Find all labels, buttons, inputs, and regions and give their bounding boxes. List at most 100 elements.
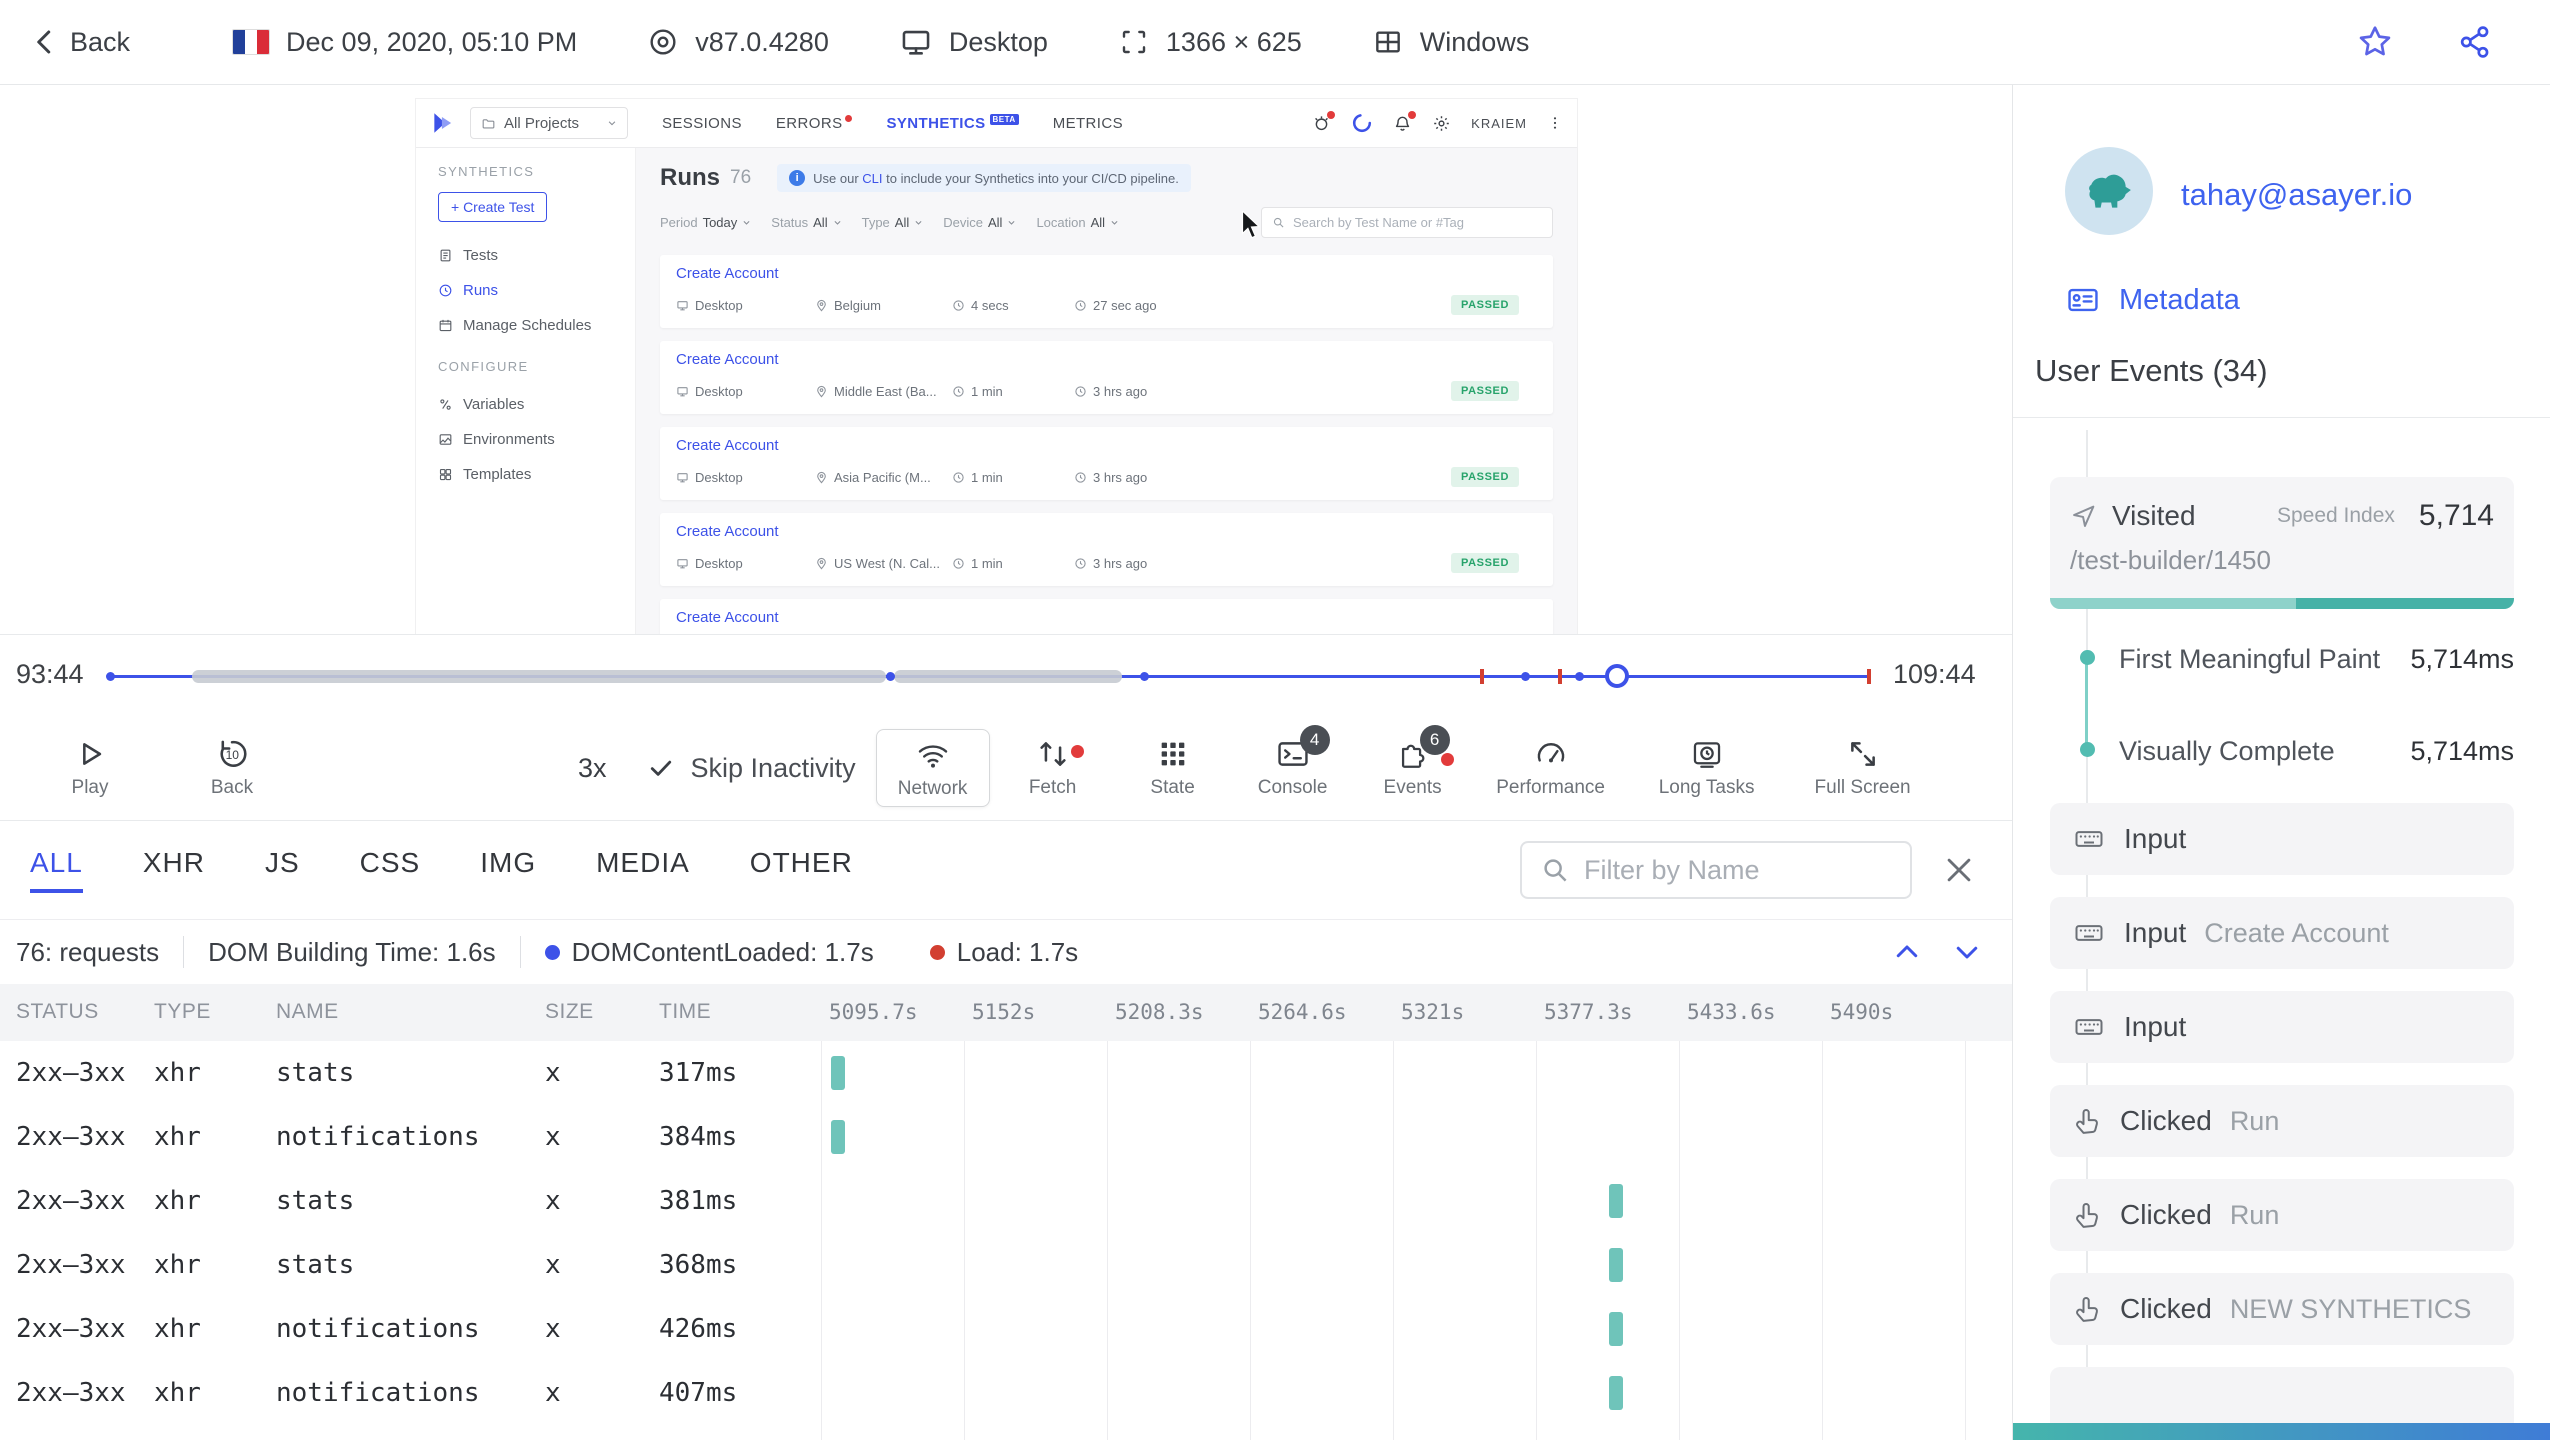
- long-tasks-panel-button[interactable]: Long Tasks: [1632, 737, 1782, 799]
- play-icon: [73, 737, 107, 771]
- run-name-link[interactable]: Create Account: [676, 351, 1537, 368]
- playback-speed-button[interactable]: 3x: [578, 753, 607, 784]
- column-size[interactable]: SIZE: [545, 1000, 594, 1024]
- network-request-row[interactable]: 2xx–3xx xhr notifications x 384ms: [0, 1105, 2012, 1169]
- user-event-input[interactable]: Input: [2050, 991, 2514, 1063]
- filter-type[interactable]: Type All: [862, 215, 924, 230]
- network-tab-js[interactable]: JS: [265, 847, 300, 893]
- network-tab-css[interactable]: CSS: [360, 847, 421, 893]
- back-10-button[interactable]: 10 Back: [186, 737, 278, 799]
- cell-status: 2xx–3xx: [16, 1314, 126, 1344]
- chevron-down-icon[interactable]: [1952, 937, 1982, 967]
- test-search-input[interactable]: [1293, 215, 1542, 230]
- sidebar-item-runs[interactable]: Runs: [416, 273, 635, 308]
- column-time[interactable]: TIME: [659, 1000, 711, 1024]
- monitor-icon: [676, 299, 689, 312]
- user-event-input[interactable]: Input Create Account: [2050, 897, 2514, 969]
- cell-type: xhr: [154, 1186, 201, 1216]
- create-test-button[interactable]: + Create Test: [438, 192, 548, 222]
- keyboard-icon: [2072, 1012, 2106, 1042]
- favorite-star-icon[interactable]: [2356, 23, 2394, 61]
- sidebar-item-templates[interactable]: Templates: [416, 457, 635, 492]
- settings-gear-icon[interactable]: [1432, 114, 1451, 133]
- dom-building-time: DOM Building Time: 1.6s: [208, 936, 496, 967]
- events-panel-button[interactable]: 6 Events: [1356, 725, 1470, 799]
- skip-inactivity-toggle[interactable]: Skip Inactivity: [647, 753, 856, 784]
- user-event-click[interactable]: Clicked Run: [2050, 1085, 2514, 1157]
- close-panel-icon[interactable]: [1942, 853, 1976, 887]
- run-name-link[interactable]: Create Account: [676, 437, 1537, 454]
- user-email-link[interactable]: tahay@asayer.io: [2181, 177, 2412, 213]
- timeline-track[interactable]: [106, 664, 1871, 688]
- run-card[interactable]: Create Account Desktop Belgium 4 secs 27…: [660, 255, 1553, 328]
- tab-synthetics[interactable]: SYNTHETICS BETA: [886, 114, 1019, 132]
- network-panel-button[interactable]: Network: [875, 729, 990, 807]
- time-tick: 5208.3s: [1115, 1000, 1204, 1024]
- user-menu[interactable]: KRAIEM: [1471, 116, 1527, 131]
- test-search-box[interactable]: [1261, 207, 1553, 238]
- visited-event-card[interactable]: Visited Speed Index 5,714 /test-builder/…: [2050, 477, 2514, 609]
- performance-panel-button[interactable]: Performance: [1476, 737, 1626, 799]
- play-button[interactable]: Play: [44, 737, 136, 799]
- full-screen-button[interactable]: Full Screen: [1788, 737, 1938, 799]
- state-panel-button[interactable]: State: [1116, 737, 1230, 799]
- monitor-icon: [676, 471, 689, 484]
- console-panel-button[interactable]: 4 Console: [1236, 725, 1350, 799]
- network-request-row[interactable]: 2xx–3xx xhr stats x 381ms: [0, 1169, 2012, 1233]
- network-tab-other[interactable]: OTHER: [750, 847, 853, 893]
- network-request-row[interactable]: 2xx–3xx xhr stats x 317ms: [0, 1041, 2012, 1105]
- network-tab-img[interactable]: IMG: [480, 847, 536, 893]
- network-filter-input[interactable]: [1584, 854, 1938, 886]
- share-icon[interactable]: [2456, 23, 2494, 61]
- sidebar-item-variables[interactable]: Variables: [416, 387, 635, 422]
- sidebar-item-tests[interactable]: Tests: [416, 238, 635, 273]
- kebab-menu-icon[interactable]: [1547, 115, 1563, 131]
- metadata-button[interactable]: Metadata: [2063, 283, 2240, 317]
- filter-device[interactable]: Device All: [943, 215, 1016, 230]
- column-status[interactable]: STATUS: [16, 1000, 99, 1024]
- navigate-arrow-icon: [2070, 502, 2098, 530]
- fetch-panel-button[interactable]: Fetch: [996, 737, 1110, 799]
- run-card[interactable]: Create Account: [660, 599, 1553, 634]
- time-tick: 5490s: [1830, 1000, 1894, 1024]
- back-button[interactable]: Back: [30, 27, 130, 58]
- column-name[interactable]: NAME: [276, 1000, 339, 1024]
- filter-status[interactable]: Status All: [771, 215, 841, 230]
- user-event-click[interactable]: Clicked NEW SYNTHETICS: [2050, 1273, 2514, 1345]
- network-tab-media[interactable]: MEDIA: [596, 847, 690, 893]
- cell-status: 2xx–3xx: [16, 1122, 126, 1152]
- cell-type: xhr: [154, 1314, 201, 1344]
- user-event-input[interactable]: Input: [2050, 803, 2514, 875]
- network-request-row[interactable]: 2xx–3xx xhr notifications x 426ms: [0, 1297, 2012, 1361]
- run-card[interactable]: Create Account Desktop Middle East (Ba..…: [660, 341, 1553, 414]
- run-name-link[interactable]: Create Account: [676, 523, 1537, 540]
- network-request-row[interactable]: 2xx–3xx xhr stats x 368ms: [0, 1233, 2012, 1297]
- notifications-bell-icon[interactable]: [1393, 110, 1417, 133]
- network-tab-all[interactable]: ALL: [30, 847, 83, 893]
- tab-errors[interactable]: ERRORS: [776, 114, 853, 132]
- network-request-list: 2xx–3xx xhr stats x 317ms 2xx–3xx xhr no…: [0, 1041, 2012, 1440]
- cell-time: 368ms: [659, 1250, 738, 1280]
- run-card[interactable]: Create Account Desktop US West (N. Cal..…: [660, 513, 1553, 586]
- sidebar-item-environments[interactable]: Environments: [416, 422, 635, 457]
- tab-sessions[interactable]: SESSIONS: [662, 115, 742, 132]
- run-name-link[interactable]: Create Account: [676, 265, 1537, 282]
- cli-link[interactable]: CLI: [862, 171, 882, 186]
- tab-metrics[interactable]: METRICS: [1053, 115, 1123, 132]
- filter-location[interactable]: Location All: [1036, 215, 1119, 230]
- network-request-row[interactable]: 2xx–3xx xhr notifications x 407ms: [0, 1361, 2012, 1425]
- chevron-up-icon[interactable]: [1892, 937, 1922, 967]
- network-tab-xhr[interactable]: XHR: [143, 847, 205, 893]
- app-sidebar: SYNTHETICS + Create Test Tests Runs Mana…: [416, 148, 636, 634]
- project-selector[interactable]: All Projects: [470, 107, 628, 139]
- alerts-icon[interactable]: [1312, 110, 1336, 133]
- run-name-link[interactable]: Create Account: [676, 609, 1537, 626]
- run-card[interactable]: Create Account Desktop Asia Pacific (M..…: [660, 427, 1553, 500]
- column-type[interactable]: TYPE: [154, 1000, 211, 1024]
- user-event-click[interactable]: Clicked Run: [2050, 1179, 2514, 1251]
- sidebar-item-manage-schedules[interactable]: Manage Schedules: [416, 308, 635, 343]
- playhead[interactable]: [1605, 664, 1629, 688]
- filter-period[interactable]: Period Today: [660, 215, 751, 230]
- network-filter-box[interactable]: [1520, 841, 1938, 899]
- beta-badge: BETA: [989, 114, 1019, 125]
